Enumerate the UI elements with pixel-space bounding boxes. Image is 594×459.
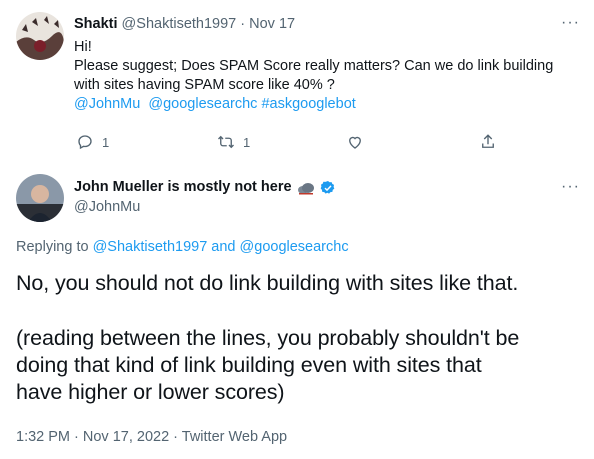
tweet2-author-name[interactable]: John Mueller is mostly not here xyxy=(74,178,292,197)
retweet-icon xyxy=(218,135,234,149)
share-icon xyxy=(482,134,494,148)
like-icon xyxy=(349,136,361,149)
replying-user-googlesearchc[interactable]: @googlesearchc xyxy=(240,239,349,255)
replying-to: Replying to @Shaktiseth1997 and @googles… xyxy=(16,238,349,257)
hashtag-askgooglebot[interactable]: #askgooglebot xyxy=(261,96,355,112)
tweet2-more-icon[interactable]: ··· xyxy=(561,178,580,196)
tweet1-line3: with sites having SPAM score like 40% ? xyxy=(74,77,335,93)
tweet1-text: Hi! Please suggest; Does SPAM Score real… xyxy=(74,38,553,114)
tweet1-line2: Please suggest; Does SPAM Score really m… xyxy=(74,58,554,74)
replying-prefix: Replying to xyxy=(16,239,89,255)
reply-icon xyxy=(78,135,92,150)
tweet2-text2-line2: doing that kind of link building even wi… xyxy=(16,353,482,377)
tweet1-author-name[interactable]: Shakti xyxy=(74,16,118,32)
tweet2-header: John Mueller is mostly not here xyxy=(74,178,336,197)
tweet1-separator: · xyxy=(240,16,246,32)
reply-button[interactable]: 1 xyxy=(76,133,109,151)
tweet2-text2-line1: (reading between the lines, you probably… xyxy=(16,326,520,350)
tweet2-text2-line3: have higher or lower scores) xyxy=(16,380,285,404)
tweet1-date[interactable]: Nov 17 xyxy=(249,16,295,32)
retweet-count: 1 xyxy=(243,134,251,150)
tweet2-text-paragraph2: (reading between the lines, you probably… xyxy=(16,325,519,406)
share-button[interactable] xyxy=(479,133,497,151)
like-button[interactable] xyxy=(346,133,364,151)
tweet1-more-icon[interactable]: ··· xyxy=(561,14,580,32)
mention-johnmu[interactable]: @JohnMu xyxy=(74,96,140,112)
replying-and: and xyxy=(211,239,236,255)
tweet1-header: Shakti @Shaktiseth1997 · Nov 17 xyxy=(74,15,295,34)
avatar-johnmu[interactable] xyxy=(16,174,64,222)
tweet2-timestamp[interactable]: 1:32 PM · Nov 17, 2022 · Twitter Web App xyxy=(16,428,287,447)
tweet1-line1: Hi! xyxy=(74,39,92,55)
avatar-shakti[interactable] xyxy=(16,12,64,60)
tweet2-handle[interactable]: @JohnMu xyxy=(74,198,140,217)
tweet1-handle[interactable]: @Shaktiseth1997 xyxy=(122,16,237,32)
retweet-button[interactable]: 1 xyxy=(217,133,250,151)
mention-googlesearchc[interactable]: @googlesearchc xyxy=(148,96,257,112)
cloud-icon xyxy=(297,182,314,194)
reply-count: 1 xyxy=(102,134,110,150)
verified-badge-icon xyxy=(320,180,334,194)
replying-user-shakti[interactable]: @Shaktiseth1997 xyxy=(93,239,208,255)
tweet2-text-line1: No, you should not do link building with… xyxy=(16,271,519,295)
